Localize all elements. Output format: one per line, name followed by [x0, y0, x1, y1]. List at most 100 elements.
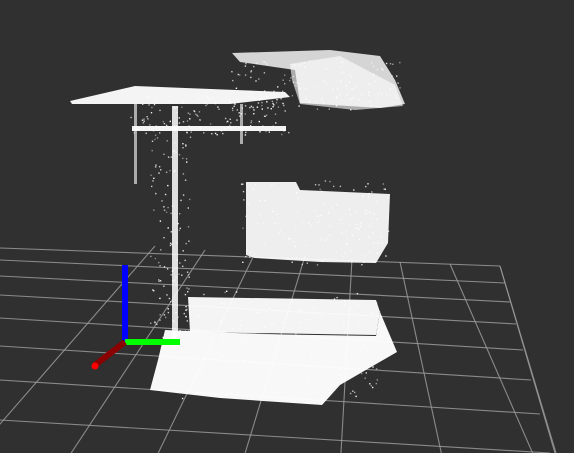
point-speck [391, 75, 394, 77]
point-speck [220, 320, 222, 322]
point-speck [154, 321, 156, 323]
point-speck [358, 304, 360, 306]
point-speck [263, 222, 265, 224]
point-speck [295, 333, 297, 335]
point-speck [144, 95, 146, 98]
point-speck [351, 97, 354, 99]
point-speck [320, 190, 323, 193]
point-speck [310, 357, 312, 359]
point-speck [291, 299, 293, 301]
point-speck [308, 222, 310, 224]
point-speck [200, 127, 202, 129]
point-speck [294, 245, 296, 248]
point-speck [316, 108, 319, 110]
point-speck [381, 93, 383, 95]
point-speck [163, 266, 166, 268]
point-speck [373, 73, 375, 76]
point-speck [291, 359, 294, 362]
point-speck [291, 261, 293, 263]
point-speck [154, 134, 157, 136]
point-speck [241, 324, 243, 326]
point-speck [167, 227, 169, 229]
point-speck [300, 309, 302, 311]
point-speck [288, 131, 290, 134]
3d-viewport[interactable] [0, 0, 574, 453]
point-speck [173, 170, 175, 173]
point-speck [194, 113, 197, 115]
point-speck [260, 98, 262, 101]
x-axis-tip [91, 362, 99, 370]
point-speck [176, 106, 179, 109]
point-speck [353, 87, 355, 89]
point-speck [172, 151, 174, 153]
point-speck [185, 145, 187, 147]
point-speck [265, 200, 268, 202]
point-speck [350, 250, 352, 252]
point-speck [205, 126, 207, 128]
point-speck [162, 126, 164, 128]
point-speck [147, 96, 149, 98]
point-speck [130, 116, 132, 119]
point-speck [282, 79, 284, 81]
point-speck [158, 261, 160, 264]
point-speck [196, 392, 198, 394]
point-speck [208, 98, 210, 100]
point-cloud-scene[interactable] [0, 0, 574, 453]
point-speck [346, 237, 348, 239]
point-speck [251, 379, 253, 381]
point-speck [188, 276, 190, 278]
point-speck [239, 74, 241, 76]
point-speck [170, 156, 172, 158]
point-speck [223, 304, 226, 306]
point-speck [244, 134, 247, 136]
point-speck [349, 74, 351, 76]
point-speck [250, 76, 252, 79]
point-speck [153, 177, 155, 179]
point-speck [206, 103, 209, 105]
point-speck [185, 128, 187, 130]
point-speck [376, 218, 378, 220]
point-speck [368, 91, 370, 93]
point-speck [153, 209, 155, 211]
point-speck [377, 94, 379, 96]
point-speck [226, 121, 228, 123]
point-speck [156, 97, 159, 100]
point-speck [323, 202, 325, 204]
point-speck [211, 133, 213, 135]
point-speck [244, 113, 246, 115]
point-speck [375, 80, 377, 82]
point-speck [246, 249, 248, 252]
point-speck [244, 74, 247, 76]
point-speck [342, 256, 345, 258]
point-speck [343, 331, 346, 333]
point-speck [182, 265, 184, 267]
point-speck [336, 97, 338, 100]
point-speck [197, 115, 199, 118]
point-speck [239, 377, 241, 379]
point-speck [263, 72, 266, 74]
point-speck [322, 80, 325, 82]
point-speck [292, 206, 294, 209]
point-speck [246, 127, 248, 129]
point-speck [376, 331, 378, 333]
point-speck [142, 103, 144, 105]
point-speck [341, 223, 343, 225]
point-speck [242, 190, 245, 193]
point-cloud [70, 50, 405, 405]
point-speck [339, 81, 341, 83]
point-speck [184, 259, 186, 262]
point-speck [245, 131, 247, 134]
point-speck [179, 262, 181, 264]
point-speck [173, 142, 176, 144]
point-speck [284, 74, 286, 76]
point-speck [155, 125, 157, 127]
point-speck [245, 381, 247, 383]
point-speck [213, 313, 215, 315]
point-speck [365, 185, 367, 188]
point-speck [295, 257, 298, 259]
grid-line [499, 265, 557, 453]
point-speck [345, 253, 347, 255]
point-speck [355, 305, 358, 307]
point-speck [291, 95, 294, 97]
point-speck [278, 232, 280, 234]
